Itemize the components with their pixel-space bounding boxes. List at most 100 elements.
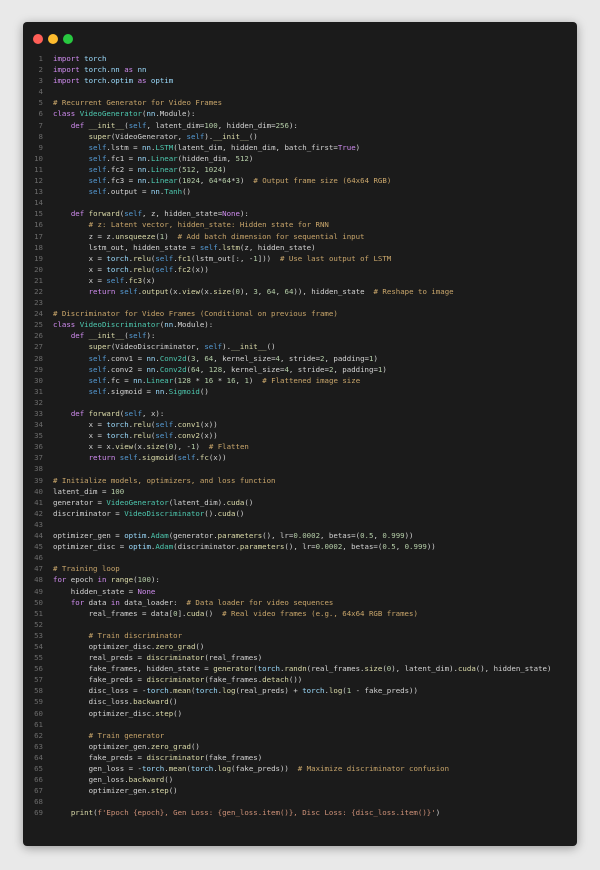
code-text: def forward(self, z, hidden_state=None): xyxy=(70,209,249,219)
code-line: 4 xyxy=(23,86,577,97)
line-number: 52 xyxy=(34,619,43,629)
code-line: 20 x = torch.relu(self.fc2(x)) xyxy=(23,264,577,275)
code-text: import torch.nn as nn xyxy=(53,65,147,75)
line-number: 56 xyxy=(34,664,43,674)
line-number: 48 xyxy=(34,575,43,585)
line-number: 62 xyxy=(34,730,43,740)
code-text: optimizer_gen.zero_grad() xyxy=(53,741,200,751)
code-line: 29 self.conv2 = nn.Conv2d(64, 128, kerne… xyxy=(23,364,577,375)
line-number: 22 xyxy=(34,286,43,296)
line-number: 69 xyxy=(34,808,43,818)
code-text: fake_frames, hidden_state = generator(to… xyxy=(53,664,552,674)
code-text: optimizer_gen.step() xyxy=(53,786,178,796)
code-line: 24 # Discriminator for Video Frames (Cond… xyxy=(23,308,577,319)
code-line: 16 # z: Latent vector, hidden_state: Hid… xyxy=(23,219,577,230)
line-number: 8 xyxy=(38,131,43,141)
code-line: 32 xyxy=(23,397,577,408)
code-line: 62 # Train generator xyxy=(23,730,577,741)
code-line: 19 x = torch.relu(self.fc1(lstm_out[:, -… xyxy=(23,253,577,264)
code-text: # Recurrent Generator for Video Frames xyxy=(53,98,223,108)
minimize-dot[interactable] xyxy=(48,34,58,44)
line-number: 58 xyxy=(34,686,43,696)
line-number: 41 xyxy=(34,497,43,507)
line-number: 16 xyxy=(34,220,43,230)
code-line: 13 self.output = nn.Tanh() xyxy=(23,186,577,197)
code-line: 9 self.lstm = nn.LSTM(latent_dim, hidden… xyxy=(23,142,577,153)
code-text: super(VideoGenerator, self).__init__() xyxy=(88,131,258,141)
code-text: real_preds = discriminator(real_frames) xyxy=(53,653,263,663)
code-text: def forward(self, x): xyxy=(70,409,165,418)
code-line: 18 lstm_out, hidden_state = self.lstm(z,… xyxy=(23,242,577,253)
code-line: 8 super(VideoGenerator, self).__init__() xyxy=(23,131,577,142)
code-line: 15 def forward(self, z, hidden_state=Non… xyxy=(23,208,577,219)
code-line: 25 class VideoDiscriminator(nn.Module): xyxy=(23,319,577,330)
code-text: disc_loss = -torch.mean(torch.log(real_p… xyxy=(53,686,418,696)
code-line: 38 xyxy=(23,463,577,474)
code-line: 46 xyxy=(23,552,577,563)
line-number: 37 xyxy=(34,453,43,463)
code-line: 26 def __init__(self): xyxy=(23,330,577,341)
line-number: 6 xyxy=(38,109,43,119)
line-number: 66 xyxy=(34,775,43,785)
code-text: latent_dim = 100 xyxy=(53,486,125,496)
line-number: 67 xyxy=(34,786,43,796)
code-line: 2 import torch.nn as nn xyxy=(23,64,577,75)
code-text: disc_loss.backward() xyxy=(53,697,178,707)
line-number: 26 xyxy=(34,331,43,341)
code-text: self.output = nn.Tanh() xyxy=(88,187,191,197)
code-line: 33 def forward(self, x): xyxy=(23,408,577,419)
line-number: 55 xyxy=(34,653,43,663)
code-line: 36 x = x.view(x.size(0), -1) # Flatten xyxy=(23,441,577,452)
line-number: 13 xyxy=(34,187,43,197)
line-number: 53 xyxy=(34,630,43,640)
code-text: class VideoGenerator(nn.Module): xyxy=(53,109,196,119)
maximize-dot[interactable] xyxy=(63,34,73,44)
code-line: 22 return self.output(x.view(x.size(0), … xyxy=(23,286,577,297)
line-number: 33 xyxy=(34,409,43,418)
line-number: 20 xyxy=(34,264,43,274)
code-line: 40 latent_dim = 100 xyxy=(23,486,577,497)
code-text: # Train generator xyxy=(88,730,165,740)
line-number: 39 xyxy=(34,475,43,485)
code-line: 64 fake_preds = discriminator(fake_frame… xyxy=(23,752,577,763)
code-text: optimizer_disc.zero_grad() xyxy=(53,641,205,651)
code-line: 28 self.conv1 = nn.Conv2d(3, 64, kernel_… xyxy=(23,353,577,364)
line-number: 50 xyxy=(34,597,43,607)
line-number: 14 xyxy=(34,198,43,208)
code-line: 10 self.fc1 = nn.Linear(hidden_dim, 512) xyxy=(23,153,577,164)
code-text: lstm_out, hidden_state = self.lstm(z, hi… xyxy=(53,242,316,252)
line-number: 65 xyxy=(34,764,43,773)
close-dot[interactable] xyxy=(33,34,43,44)
line-number: 54 xyxy=(34,641,43,651)
code-line: 58 disc_loss = -torch.mean(torch.log(rea… xyxy=(23,685,577,696)
line-number: 35 xyxy=(34,431,43,441)
code-text: x = torch.relu(self.fc1(lstm_out[:, -1])… xyxy=(53,253,392,263)
code-block: 1 import torch 2 import torch.nn as nn 3 impo… xyxy=(23,53,577,818)
code-line: 35 x = torch.relu(self.conv2(x)) xyxy=(23,430,577,441)
code-text: # z: Latent vector, hidden_state: Hidden… xyxy=(88,220,329,230)
code-text: # Discriminator for Video Frames (Condit… xyxy=(53,309,338,319)
line-number: 5 xyxy=(38,98,43,108)
code-line: 7 def __init__(self, latent_dim=100, hid… xyxy=(23,120,577,131)
line-number: 36 xyxy=(34,442,43,452)
code-line: 27 super(VideoDiscriminator, self).__ini… xyxy=(23,341,577,352)
code-line: 67 optimizer_gen.step() xyxy=(23,785,577,796)
code-line: 68 xyxy=(23,796,577,807)
line-number: 61 xyxy=(34,719,43,729)
code-text: self.sigmoid = nn.Sigmoid() xyxy=(88,386,209,396)
line-number: 1 xyxy=(38,54,43,63)
code-text: fake_preds = discriminator(fake_frames) xyxy=(53,752,263,762)
code-line: 1 import torch xyxy=(23,53,577,64)
line-number: 43 xyxy=(34,519,43,529)
code-line: 47 # Training loop xyxy=(23,563,577,574)
code-window: 1 import torch 2 import torch.nn as nn 3 impo… xyxy=(23,22,577,846)
code-line: 60 optimizer_disc.step() xyxy=(23,708,577,719)
code-text: import torch.optim as optim xyxy=(53,76,174,86)
code-text: # Training loop xyxy=(53,564,120,574)
code-line: 21 x = self.fc3(x) xyxy=(23,275,577,286)
code-text: optimizer_disc = optim.Adam(discriminato… xyxy=(53,542,436,552)
line-number: 9 xyxy=(38,142,43,152)
code-text: x = x.view(x.size(0), -1) # Flatten xyxy=(53,442,249,452)
code-line: 30 self.fc = nn.Linear(128 * 16 * 16, 1)… xyxy=(23,375,577,386)
code-line: 6 class VideoGenerator(nn.Module): xyxy=(23,108,577,119)
